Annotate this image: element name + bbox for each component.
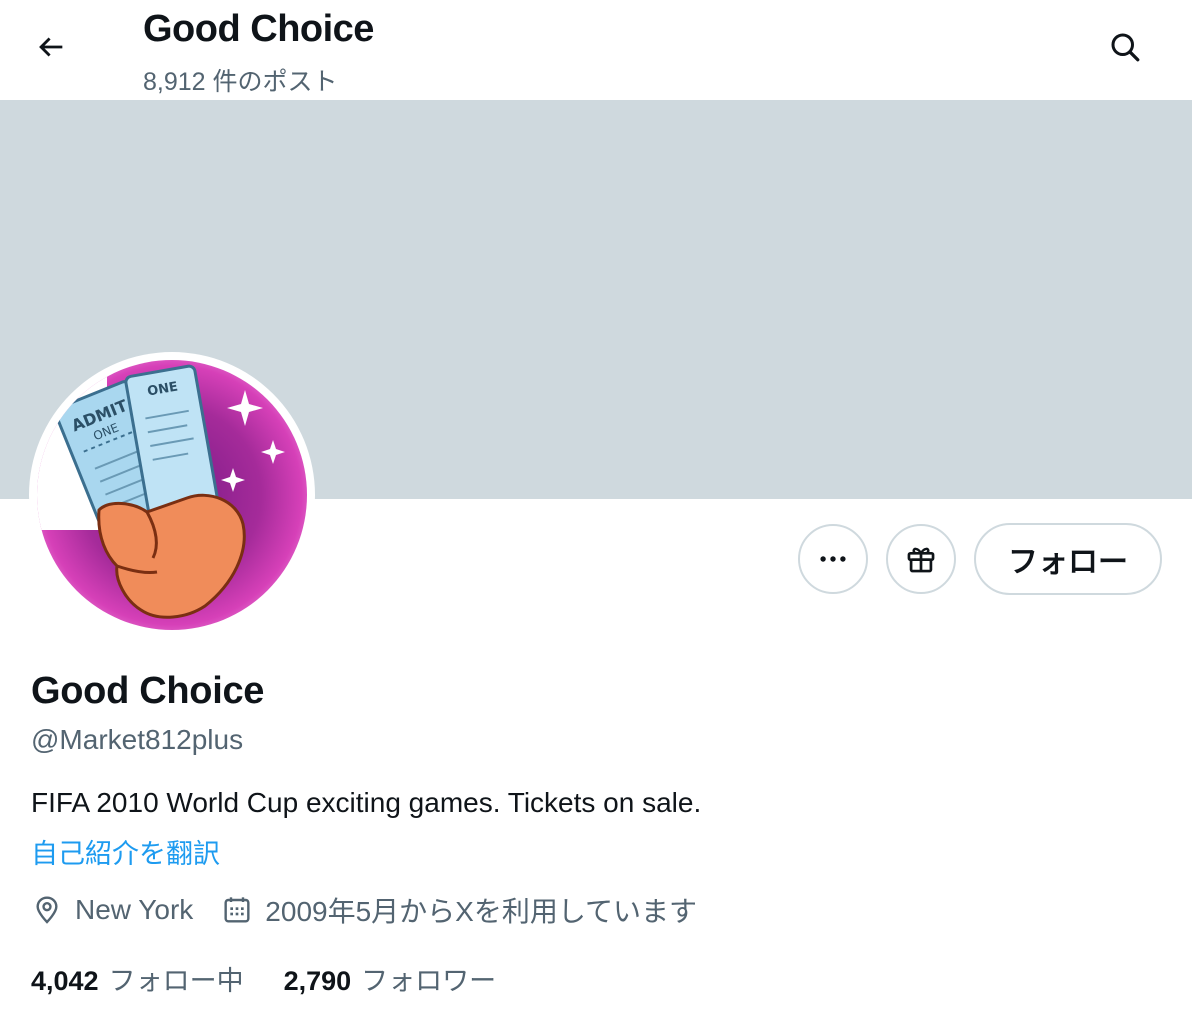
gift-icon — [907, 547, 935, 573]
gift-button[interactable] — [886, 524, 956, 594]
header-post-count: 8,912 件のポスト — [143, 68, 338, 96]
more-horizontal-icon — [820, 556, 846, 562]
search-icon — [1111, 33, 1140, 62]
search-button[interactable] — [1100, 22, 1150, 72]
location-item: New York — [31, 894, 193, 926]
profile-bio: FIFA 2010 World Cup exciting games. Tick… — [31, 787, 702, 818]
profile-meta: New York 2009年5月からXを利用しています — [31, 890, 725, 930]
avatar[interactable]: ADMIT ONE ONE — [37, 360, 307, 630]
back-button[interactable] — [26, 22, 76, 72]
avatar-image: ADMIT ONE ONE — [37, 360, 307, 630]
joined-item: 2009年5月からXを利用しています — [221, 890, 697, 930]
translate-bio-link[interactable]: 自己紹介を翻訳 — [31, 832, 220, 871]
following-label: フォロー中 — [108, 965, 244, 996]
calendar-icon — [221, 894, 253, 926]
profile-handle: @Market812plus — [31, 724, 244, 755]
location-pin-icon — [31, 894, 63, 926]
header-title: Good Choice — [143, 8, 374, 50]
followers-count: 2,790 — [283, 965, 352, 996]
profile-stats: 4,042 フォロー中 2,790 フォロワー — [31, 958, 536, 998]
arrow-left-icon — [39, 37, 63, 57]
joined-text: 2009年5月からXを利用しています — [265, 896, 697, 927]
location-text: New York — [75, 894, 194, 925]
following-stat[interactable]: 4,042 フォロー中 — [31, 959, 244, 998]
following-count: 4,042 — [31, 965, 99, 996]
follow-button[interactable]: フォロー — [974, 523, 1162, 595]
followers-label: フォロワー — [361, 965, 497, 996]
profile-display-name: Good Choice — [31, 670, 265, 712]
top-bar: Good Choice 8,912 件のポスト — [0, 0, 1192, 100]
avatar-frame: ADMIT ONE ONE — [29, 352, 315, 638]
followers-stat[interactable]: 2,790 フォロワー — [284, 959, 497, 998]
more-button[interactable] — [798, 524, 868, 594]
